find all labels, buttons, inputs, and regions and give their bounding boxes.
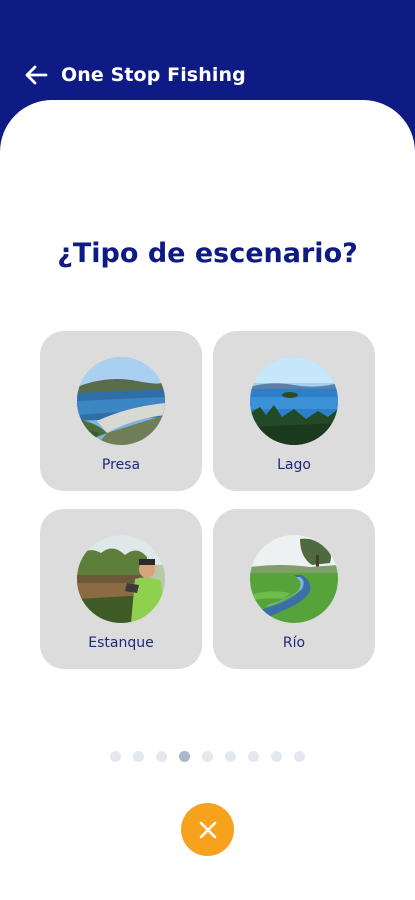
pond-photo (77, 535, 165, 623)
pagination-dot[interactable] (271, 751, 282, 762)
pagination-dot[interactable] (133, 751, 144, 762)
option-label: Río (282, 635, 306, 651)
option-card-lago[interactable]: Lago (213, 331, 375, 491)
option-card-rio[interactable]: Río (213, 509, 375, 669)
option-card-presa[interactable]: Presa (40, 331, 202, 491)
river-photo (250, 535, 338, 623)
option-label: Lago (277, 457, 311, 473)
back-button[interactable] (22, 62, 50, 88)
pagination-dot[interactable] (110, 751, 121, 762)
close-icon (199, 821, 216, 838)
lake-photo (250, 357, 338, 445)
pagination-dot[interactable] (294, 751, 305, 762)
option-card-estanque[interactable]: Estanque (40, 509, 202, 669)
pagination-dot[interactable] (202, 751, 213, 762)
pagination-dot[interactable] (225, 751, 236, 762)
app-title: One Stop Fishing (61, 64, 246, 86)
pagination-dot[interactable] (248, 751, 259, 762)
dam-photo (77, 357, 165, 445)
arrow-left-icon (25, 65, 48, 85)
close-button[interactable] (181, 803, 234, 856)
option-label: Presa (101, 457, 141, 473)
pagination-dot[interactable] (156, 751, 167, 762)
pagination-dot[interactable] (179, 751, 190, 762)
question-title: ¿Tipo de escenario? (57, 238, 358, 269)
option-label: Estanque (88, 635, 154, 651)
pagination-dots (0, 751, 415, 763)
content-sheet (0, 100, 415, 900)
